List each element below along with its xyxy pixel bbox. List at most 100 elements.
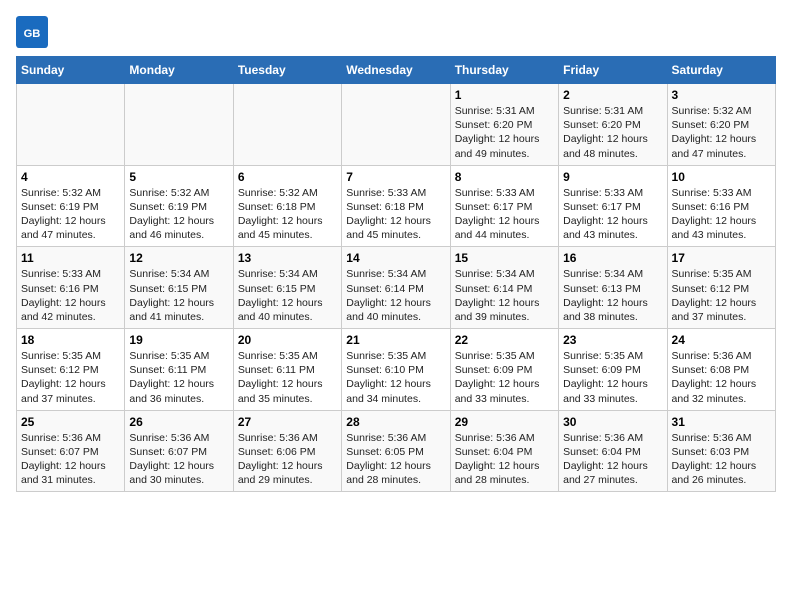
- day-number: 28: [346, 415, 445, 429]
- day-info: Sunrise: 5:34 AM Sunset: 6:15 PM Dayligh…: [238, 267, 337, 324]
- day-info: Sunrise: 5:33 AM Sunset: 6:16 PM Dayligh…: [672, 186, 771, 243]
- day-number: 7: [346, 170, 445, 184]
- calendar-cell: 30 Sunrise: 5:36 AM Sunset: 6:04 PM Dayli…: [559, 410, 667, 492]
- calendar-cell: 17Sunrise: 5:35 AM Sunset: 6:12 PM Dayli…: [667, 247, 775, 329]
- calendar-header: SundayMondayTuesdayWednesdayThursdayFrid…: [17, 57, 776, 84]
- calendar-cell: 31 Sunrise: 5:36 AM Sunset: 6:03 PM Dayli…: [667, 410, 775, 492]
- day-number: 30: [563, 415, 662, 429]
- day-number: 10: [672, 170, 771, 184]
- day-number: 5: [129, 170, 228, 184]
- day-info: Sunrise: 5:33 AM Sunset: 6:18 PM Dayligh…: [346, 186, 445, 243]
- calendar-week-1: 1 Sunrise: 5:31 AM Sunset: 6:20 PM Daylig…: [17, 84, 776, 166]
- day-number: 26: [129, 415, 228, 429]
- day-info: Sunrise: 5:32 AM Sunset: 6:20 PM Dayligh…: [672, 104, 771, 161]
- calendar-cell: 14 Sunrise: 5:34 AM Sunset: 6:14 PM Dayli…: [342, 247, 450, 329]
- day-info: Sunrise: 5:32 AM Sunset: 6:18 PM Dayligh…: [238, 186, 337, 243]
- day-number: 4: [21, 170, 120, 184]
- day-info: Sunrise: 5:36 AM Sunset: 6:03 PM Dayligh…: [672, 431, 771, 488]
- calendar-week-4: 18 Sunrise: 5:35 AM Sunset: 6:12 PM Dayli…: [17, 329, 776, 411]
- weekday-tuesday: Tuesday: [233, 57, 341, 84]
- day-info: Sunrise: 5:35 AM Sunset: 6:09 PM Dayligh…: [563, 349, 662, 406]
- calendar-cell: 8 Sunrise: 5:33 AM Sunset: 6:17 PM Daylig…: [450, 165, 558, 247]
- day-info: Sunrise: 5:34 AM Sunset: 6:14 PM Dayligh…: [455, 267, 554, 324]
- day-number: 3: [672, 88, 771, 102]
- day-info: Sunrise: 5:32 AM Sunset: 6:19 PM Dayligh…: [129, 186, 228, 243]
- day-info: Sunrise: 5:34 AM Sunset: 6:13 PM Dayligh…: [563, 267, 662, 324]
- weekday-monday: Monday: [125, 57, 233, 84]
- day-info: Sunrise: 5:33 AM Sunset: 6:17 PM Dayligh…: [455, 186, 554, 243]
- day-number: 14: [346, 251, 445, 265]
- calendar-cell: 25 Sunrise: 5:36 AM Sunset: 6:07 PM Dayli…: [17, 410, 125, 492]
- calendar-cell: 4 Sunrise: 5:32 AM Sunset: 6:19 PM Daylig…: [17, 165, 125, 247]
- day-info: Sunrise: 5:36 AM Sunset: 6:06 PM Dayligh…: [238, 431, 337, 488]
- day-number: 16: [563, 251, 662, 265]
- day-info: Sunrise: 5:34 AM Sunset: 6:14 PM Dayligh…: [346, 267, 445, 324]
- day-number: 8: [455, 170, 554, 184]
- calendar-cell: 13 Sunrise: 5:34 AM Sunset: 6:15 PM Dayli…: [233, 247, 341, 329]
- calendar-cell: [342, 84, 450, 166]
- day-info: Sunrise: 5:36 AM Sunset: 6:08 PM Dayligh…: [672, 349, 771, 406]
- calendar-cell: 5 Sunrise: 5:32 AM Sunset: 6:19 PM Daylig…: [125, 165, 233, 247]
- day-number: 23: [563, 333, 662, 347]
- day-info: Sunrise: 5:36 AM Sunset: 6:07 PM Dayligh…: [129, 431, 228, 488]
- day-info: Sunrise: 5:32 AM Sunset: 6:19 PM Dayligh…: [21, 186, 120, 243]
- day-number: 13: [238, 251, 337, 265]
- day-number: 20: [238, 333, 337, 347]
- calendar-cell: 29 Sunrise: 5:36 AM Sunset: 6:04 PM Dayli…: [450, 410, 558, 492]
- logo: GB: [16, 16, 52, 48]
- calendar-cell: 22Sunrise: 5:35 AM Sunset: 6:09 PM Dayli…: [450, 329, 558, 411]
- day-number: 24: [672, 333, 771, 347]
- weekday-wednesday: Wednesday: [342, 57, 450, 84]
- day-info: Sunrise: 5:36 AM Sunset: 6:04 PM Dayligh…: [455, 431, 554, 488]
- calendar-cell: 24 Sunrise: 5:36 AM Sunset: 6:08 PM Dayli…: [667, 329, 775, 411]
- day-number: 9: [563, 170, 662, 184]
- day-number: 17: [672, 251, 771, 265]
- calendar-cell: 6 Sunrise: 5:32 AM Sunset: 6:18 PM Daylig…: [233, 165, 341, 247]
- calendar-table: SundayMondayTuesdayWednesdayThursdayFrid…: [16, 56, 776, 492]
- day-number: 25: [21, 415, 120, 429]
- day-number: 29: [455, 415, 554, 429]
- calendar-cell: 10 Sunrise: 5:33 AM Sunset: 6:16 PM Dayli…: [667, 165, 775, 247]
- day-info: Sunrise: 5:31 AM Sunset: 6:20 PM Dayligh…: [563, 104, 662, 161]
- day-info: Sunrise: 5:36 AM Sunset: 6:04 PM Dayligh…: [563, 431, 662, 488]
- calendar-cell: 28 Sunrise: 5:36 AM Sunset: 6:05 PM Dayli…: [342, 410, 450, 492]
- calendar-cell: 7 Sunrise: 5:33 AM Sunset: 6:18 PM Daylig…: [342, 165, 450, 247]
- day-info: Sunrise: 5:35 AM Sunset: 6:10 PM Dayligh…: [346, 349, 445, 406]
- calendar-cell: 16 Sunrise: 5:34 AM Sunset: 6:13 PM Dayli…: [559, 247, 667, 329]
- calendar-cell: 12Sunrise: 5:34 AM Sunset: 6:15 PM Dayli…: [125, 247, 233, 329]
- day-number: 6: [238, 170, 337, 184]
- day-number: 1: [455, 88, 554, 102]
- day-info: Sunrise: 5:31 AM Sunset: 6:20 PM Dayligh…: [455, 104, 554, 161]
- calendar-week-5: 25 Sunrise: 5:36 AM Sunset: 6:07 PM Dayli…: [17, 410, 776, 492]
- day-info: Sunrise: 5:36 AM Sunset: 6:05 PM Dayligh…: [346, 431, 445, 488]
- calendar-cell: [233, 84, 341, 166]
- calendar-week-2: 4 Sunrise: 5:32 AM Sunset: 6:19 PM Daylig…: [17, 165, 776, 247]
- day-info: Sunrise: 5:34 AM Sunset: 6:15 PM Dayligh…: [129, 267, 228, 324]
- calendar-cell: 21 Sunrise: 5:35 AM Sunset: 6:10 PM Dayli…: [342, 329, 450, 411]
- calendar-cell: 23 Sunrise: 5:35 AM Sunset: 6:09 PM Dayli…: [559, 329, 667, 411]
- weekday-header-row: SundayMondayTuesdayWednesdayThursdayFrid…: [17, 57, 776, 84]
- day-number: 21: [346, 333, 445, 347]
- calendar-cell: 19Sunrise: 5:35 AM Sunset: 6:11 PM Dayli…: [125, 329, 233, 411]
- calendar-cell: 15Sunrise: 5:34 AM Sunset: 6:14 PM Dayli…: [450, 247, 558, 329]
- day-number: 27: [238, 415, 337, 429]
- calendar-cell: 2 Sunrise: 5:31 AM Sunset: 6:20 PM Daylig…: [559, 84, 667, 166]
- day-info: Sunrise: 5:36 AM Sunset: 6:07 PM Dayligh…: [21, 431, 120, 488]
- calendar-cell: 27 Sunrise: 5:36 AM Sunset: 6:06 PM Dayli…: [233, 410, 341, 492]
- day-info: Sunrise: 5:33 AM Sunset: 6:16 PM Dayligh…: [21, 267, 120, 324]
- weekday-sunday: Sunday: [17, 57, 125, 84]
- day-number: 31: [672, 415, 771, 429]
- calendar-cell: 9Sunrise: 5:33 AM Sunset: 6:17 PM Daylig…: [559, 165, 667, 247]
- day-info: Sunrise: 5:35 AM Sunset: 6:12 PM Dayligh…: [21, 349, 120, 406]
- day-number: 18: [21, 333, 120, 347]
- day-info: Sunrise: 5:35 AM Sunset: 6:11 PM Dayligh…: [129, 349, 228, 406]
- day-number: 2: [563, 88, 662, 102]
- weekday-saturday: Saturday: [667, 57, 775, 84]
- calendar-cell: 3 Sunrise: 5:32 AM Sunset: 6:20 PM Daylig…: [667, 84, 775, 166]
- logo-icon: GB: [16, 16, 48, 48]
- day-number: 11: [21, 251, 120, 265]
- calendar-cell: 11 Sunrise: 5:33 AM Sunset: 6:16 PM Dayli…: [17, 247, 125, 329]
- calendar-cell: [17, 84, 125, 166]
- weekday-friday: Friday: [559, 57, 667, 84]
- weekday-thursday: Thursday: [450, 57, 558, 84]
